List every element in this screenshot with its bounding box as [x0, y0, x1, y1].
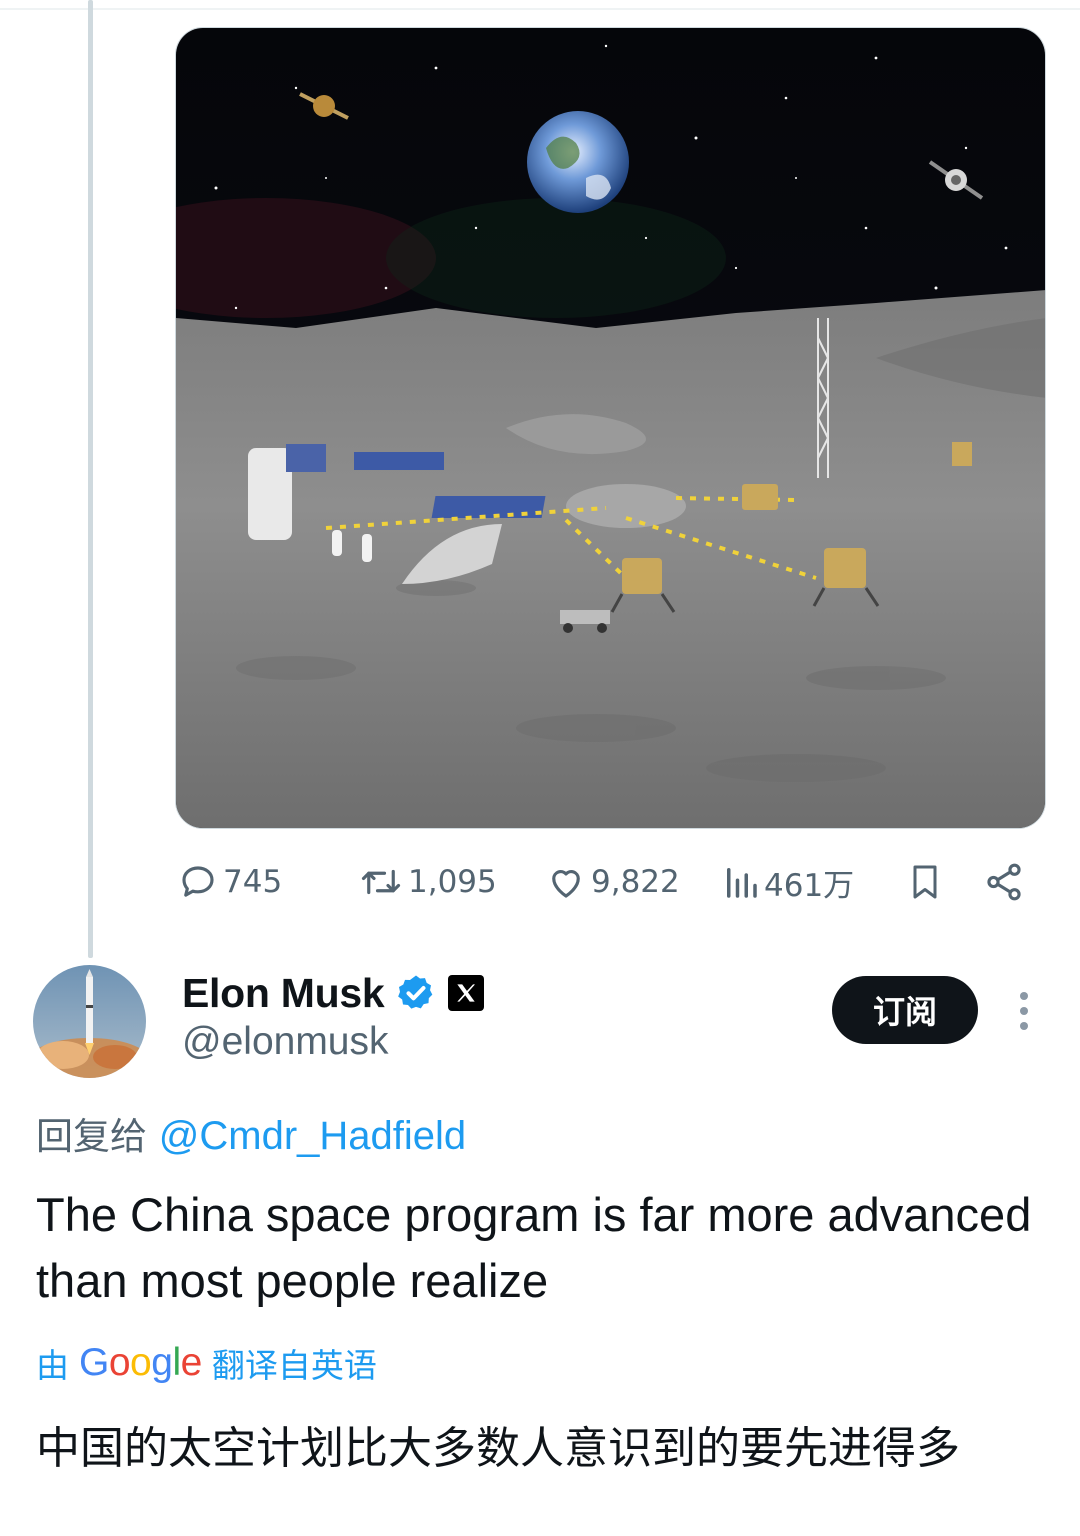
reply-to-mention-link[interactable]: @Cmdr_Hadfield [159, 1114, 466, 1158]
post-action-bar: 745 1,095 9,822 461万 [175, 852, 1045, 912]
views-chart-icon [727, 868, 757, 898]
author-display-name[interactable]: Elon Musk [182, 970, 385, 1017]
bookmark-icon [913, 865, 937, 899]
author-avatar[interactable] [33, 965, 146, 1078]
translated-tweet-text: 中国的太空计划比大多数人意识到的要先进得多 [36, 1423, 960, 1474]
translation-attribution[interactable]: 由 Google 翻译自英语 [36, 1338, 377, 1388]
reply-to-prefix: 回复给 [36, 1115, 147, 1158]
avatar-rocket-launch-image [33, 965, 146, 1078]
views-button[interactable]: 461万 [722, 852, 854, 912]
share-button[interactable] [983, 852, 1025, 912]
author-handle[interactable]: @elonmusk [182, 1020, 389, 1064]
top-divider [0, 8, 1080, 10]
verified-badge-icon [398, 975, 433, 1009]
google-logo: Google [79, 1341, 202, 1384]
lunar-base-illustration [176, 28, 1045, 828]
tweet-text: The China space program is far more adva… [36, 1188, 1032, 1307]
post-media-image[interactable] [175, 27, 1046, 829]
translation-prefix: 由 [36, 1346, 69, 1385]
like-count: 9,822 [591, 864, 680, 900]
retweet-button[interactable]: 1,095 [358, 852, 497, 912]
reply-icon [182, 866, 214, 897]
reply-count: 745 [223, 864, 283, 900]
reply-context: 回复给 @Cmdr_Hadfield [36, 1106, 466, 1160]
x-affiliation-badge [448, 975, 485, 1011]
retweet-count: 1,095 [408, 864, 497, 900]
translation-suffix: 翻译自英语 [211, 1346, 377, 1385]
reply-button[interactable]: 745 [177, 852, 282, 912]
view-count: 461万 [764, 867, 855, 904]
author-name-row: Elon Musk [182, 968, 485, 1018]
x-logo-icon [457, 984, 476, 1002]
like-button[interactable]: 9,822 [545, 852, 680, 912]
retweet-icon [361, 869, 401, 895]
subscribe-button[interactable]: 订阅 [832, 976, 978, 1044]
share-icon [987, 863, 1021, 901]
thread-connector-line [88, 0, 93, 958]
bookmark-button[interactable] [905, 852, 945, 912]
heart-icon [552, 870, 580, 898]
more-options-icon[interactable] [1010, 988, 1038, 1034]
